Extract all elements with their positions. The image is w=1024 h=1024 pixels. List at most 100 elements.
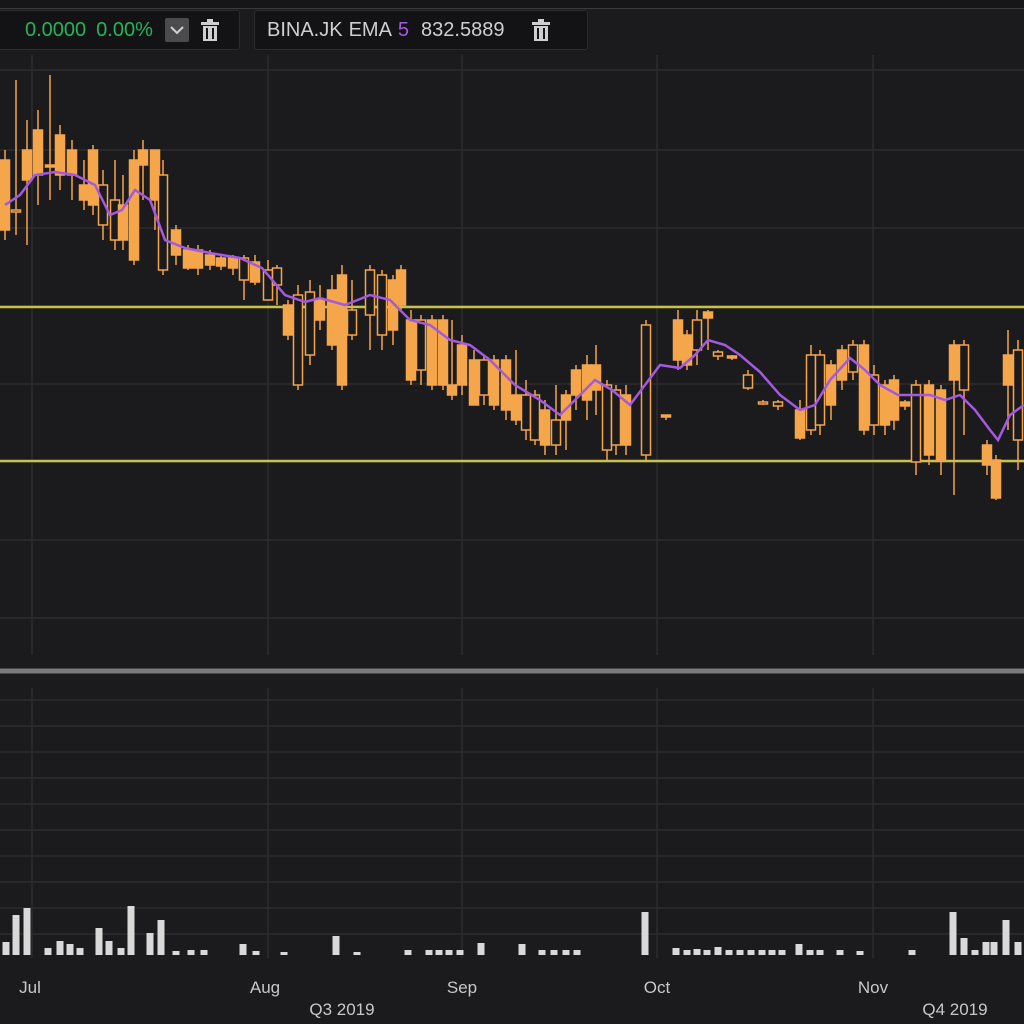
candle xyxy=(44,75,56,200)
candle-body xyxy=(1002,354,1014,386)
volume-bar xyxy=(971,950,979,955)
candle xyxy=(726,355,738,360)
candle-body xyxy=(192,249,204,269)
quarter-label: Q3 2019 xyxy=(309,1000,374,1019)
candle-body xyxy=(137,149,149,166)
candle-body xyxy=(292,294,304,386)
volume-bar xyxy=(573,950,581,955)
candle-body xyxy=(157,174,169,271)
volume-bar xyxy=(56,941,64,955)
legend-value: 832.5889 xyxy=(421,18,505,41)
volume-bar xyxy=(23,908,31,955)
change-percent: 0.00% xyxy=(96,18,153,41)
candle xyxy=(958,340,970,435)
candle xyxy=(32,110,44,205)
candle xyxy=(304,280,316,365)
candle xyxy=(1012,340,1024,470)
volume-bar xyxy=(908,950,916,955)
candle xyxy=(772,400,784,410)
volume-bar xyxy=(105,941,113,955)
volume-bar xyxy=(456,950,464,955)
volume-bar xyxy=(76,948,84,955)
volume-bar xyxy=(795,944,803,955)
candle-body xyxy=(899,401,911,407)
candle-body xyxy=(456,344,468,386)
candle-body xyxy=(858,344,870,431)
volume-bar xyxy=(725,950,733,955)
candle-body xyxy=(805,354,817,431)
chevron-down-icon[interactable] xyxy=(164,18,189,42)
trash-icon[interactable] xyxy=(199,17,221,43)
volume-bar xyxy=(146,933,154,955)
candle xyxy=(249,255,261,285)
candle xyxy=(539,400,551,455)
volume-bar xyxy=(836,950,844,955)
candle-body xyxy=(54,134,66,176)
candle-body xyxy=(570,369,582,396)
candle-body xyxy=(520,394,532,431)
candle-body xyxy=(282,304,294,336)
volume-bar xyxy=(172,951,180,955)
candle-body xyxy=(346,309,358,336)
candle-body xyxy=(376,274,388,336)
trash-icon[interactable] xyxy=(530,17,552,43)
candle xyxy=(54,125,66,190)
candle-body xyxy=(990,459,1002,499)
volume-bar xyxy=(736,950,744,955)
volume-bar xyxy=(477,943,485,955)
candle-body xyxy=(691,319,703,351)
candle xyxy=(437,315,449,390)
candle xyxy=(500,355,512,420)
candle-body xyxy=(32,129,44,176)
volume-bar xyxy=(2,942,10,955)
candle xyxy=(888,375,900,430)
candle xyxy=(923,380,935,465)
candle xyxy=(364,265,376,350)
candle-body xyxy=(44,164,56,168)
candle xyxy=(990,455,1002,500)
x-tick-label: Oct xyxy=(644,978,671,997)
candle xyxy=(87,145,99,215)
candle-body xyxy=(326,289,338,346)
volume-bar xyxy=(1002,920,1010,955)
candle xyxy=(757,400,769,405)
volume-bar xyxy=(949,912,957,955)
candle xyxy=(899,400,911,410)
candle xyxy=(137,140,149,200)
volume-bar xyxy=(758,950,766,955)
volume-bar xyxy=(672,948,680,955)
candle xyxy=(805,345,817,435)
quarter-label: Q4 2019 xyxy=(922,1000,987,1019)
candle-body xyxy=(510,394,522,421)
volume-bars xyxy=(2,906,1022,955)
candle xyxy=(117,175,129,250)
candle-body xyxy=(204,254,216,266)
volume-bar xyxy=(44,948,52,955)
candle xyxy=(128,150,140,265)
volume-bar xyxy=(445,950,453,955)
candle-body xyxy=(948,344,960,381)
candle-body xyxy=(227,257,239,269)
candle-body xyxy=(437,319,449,386)
candle xyxy=(981,440,993,475)
legend-symbol: BINA.JK xyxy=(267,18,343,41)
candle xyxy=(78,160,90,210)
candle-body xyxy=(958,344,970,391)
candle-body xyxy=(66,149,78,176)
volume-bar xyxy=(332,936,340,955)
legend-indicator-name: EMA xyxy=(348,18,392,41)
volume-bar xyxy=(252,951,260,955)
candle xyxy=(415,315,427,385)
candle xyxy=(712,350,724,360)
volume-bar xyxy=(806,950,814,955)
candle-body xyxy=(215,257,227,267)
volume-bar xyxy=(157,920,165,955)
volume-bar xyxy=(280,952,288,955)
volume-bar xyxy=(960,938,968,955)
candle xyxy=(336,265,348,390)
candle xyxy=(10,80,22,235)
candle-body xyxy=(981,444,993,466)
candle-body xyxy=(672,319,684,361)
candle-body xyxy=(478,359,490,396)
volume-bar xyxy=(856,951,864,955)
